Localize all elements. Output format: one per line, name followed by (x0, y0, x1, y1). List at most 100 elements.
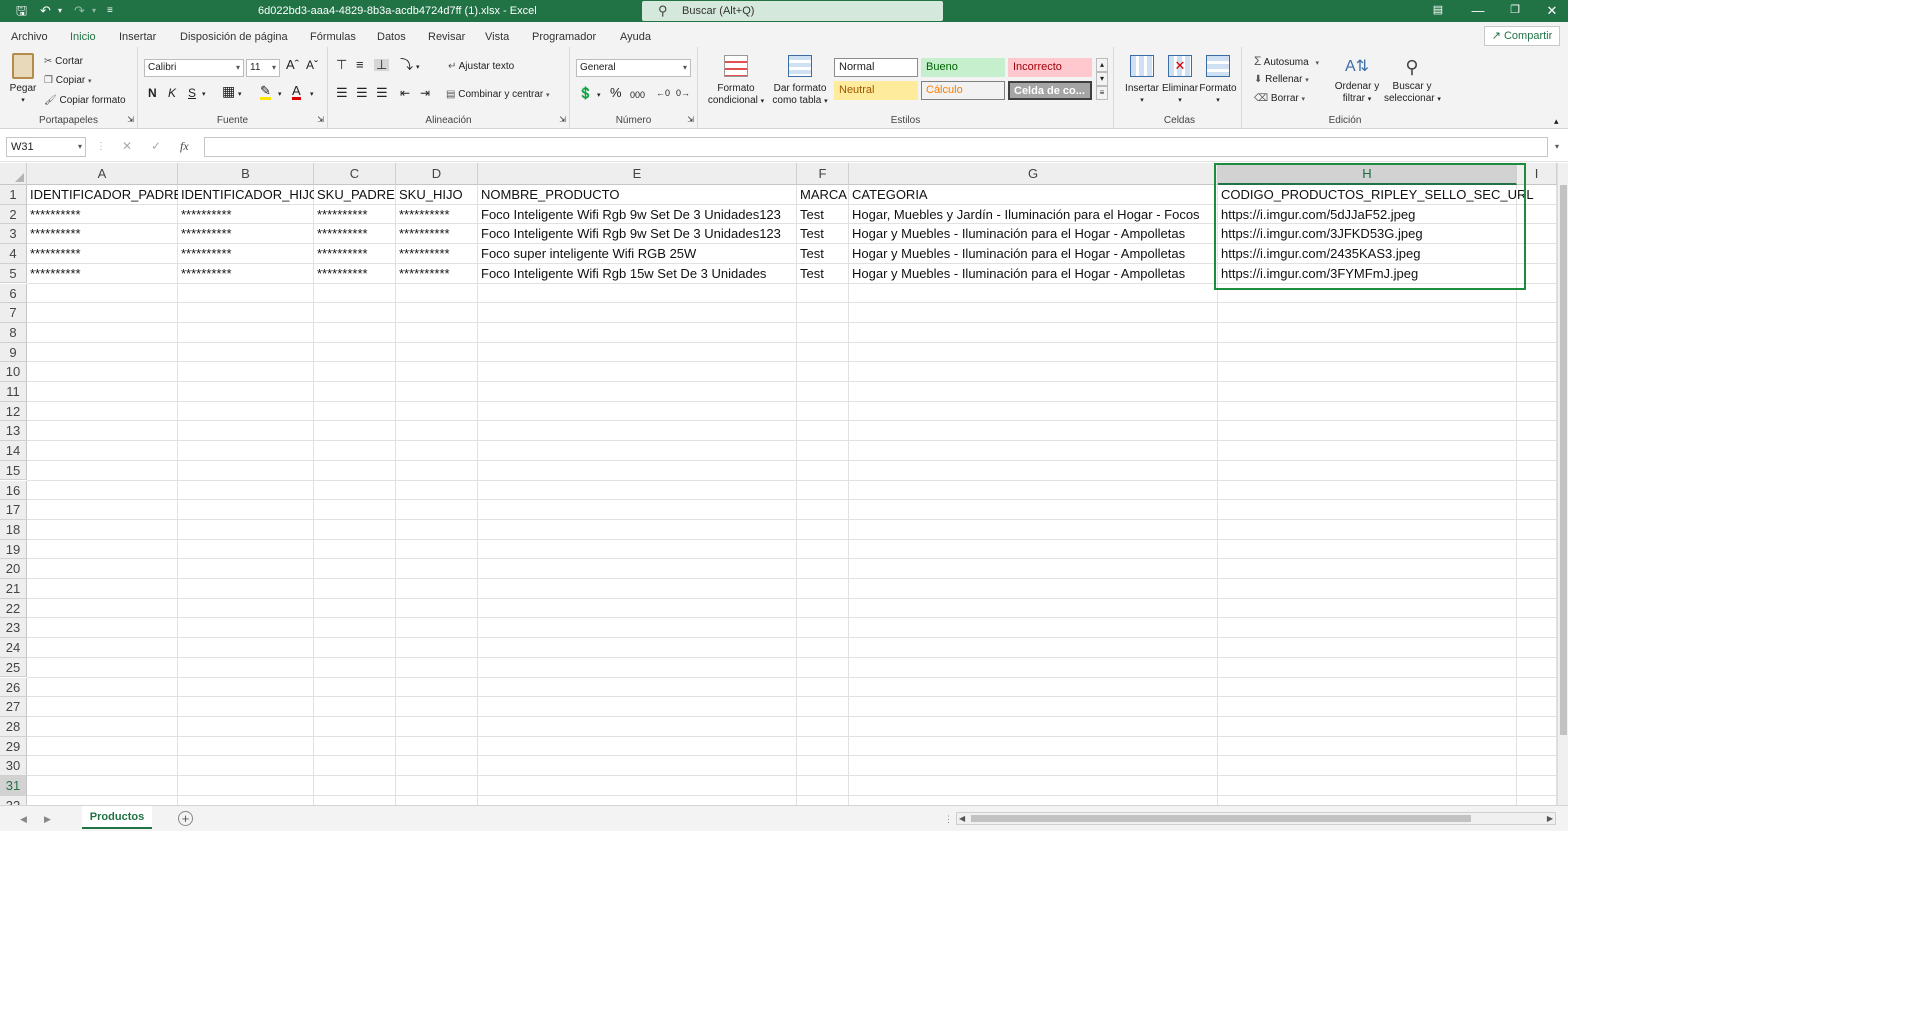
borders-dropdown-icon[interactable]: ▾ (238, 89, 242, 101)
fill-color-icon[interactable]: ✎ (260, 84, 271, 100)
close-icon[interactable]: ✕ (1542, 3, 1562, 18)
align-right-icon[interactable]: ☰ (376, 86, 388, 99)
column-header-a[interactable]: A (27, 163, 178, 185)
cell-b2[interactable]: ********** (178, 205, 314, 225)
column-header-g[interactable]: G (849, 163, 1218, 185)
italic-button[interactable]: K (168, 87, 176, 99)
share-button[interactable]: ↗ Compartir (1484, 26, 1560, 46)
decrease-font-icon[interactable]: Aˇ (306, 59, 318, 71)
format-as-table-button[interactable]: Dar formato como tabla ▾ (768, 55, 832, 108)
row-header-30[interactable]: 30 (0, 756, 27, 776)
copy-button[interactable]: ❐ Copiar ▾ (44, 75, 92, 88)
increase-font-icon[interactable]: Aˆ (286, 58, 299, 71)
row-header-5[interactable]: 5 (0, 263, 27, 284)
font-launcher-icon[interactable]: ⇲ (317, 114, 324, 126)
font-color-icon[interactable]: A (292, 84, 301, 100)
prev-sheet-icon[interactable]: ◀ (20, 813, 27, 825)
vertical-scrollbar[interactable] (1557, 163, 1568, 805)
row-header-32[interactable]: 32 (0, 795, 27, 805)
customize-toolbar-icon[interactable]: ≡ (107, 3, 113, 19)
row-header-28[interactable]: 28 (0, 716, 27, 737)
cell-g5[interactable]: Hogar y Muebles - Iluminación para el Ho… (849, 264, 1218, 284)
cancel-entry-icon[interactable]: ✕ (122, 140, 132, 152)
row-header-9[interactable]: 9 (0, 342, 27, 363)
expand-formula-bar-icon[interactable]: ▾ (1555, 141, 1559, 153)
row-header-25[interactable]: 25 (0, 657, 27, 678)
align-left-icon[interactable]: ☰ (336, 86, 348, 99)
format-painter-button[interactable]: 🖌 Copiar formato (44, 95, 126, 107)
paste-button[interactable]: Pegar ▾ (8, 53, 38, 107)
sort-filter-button[interactable]: A⇅ Ordenar y filtrar ▾ (1332, 53, 1382, 106)
tab-vista[interactable]: Vista (485, 30, 509, 44)
number-launcher-icon[interactable]: ⇲ (687, 114, 694, 126)
insert-function-icon[interactable]: fx (180, 140, 189, 152)
row-header-22[interactable]: 22 (0, 598, 27, 619)
save-icon[interactable]: 🖫 (16, 3, 27, 19)
row-header-17[interactable]: 17 (0, 500, 27, 520)
style-bad[interactable]: Incorrecto (1008, 58, 1092, 77)
cell-b3[interactable]: ********** (178, 224, 314, 244)
borders-icon[interactable]: ▦ (222, 84, 235, 98)
cell-a4[interactable]: ********** (27, 244, 178, 264)
column-header-b[interactable]: B (178, 163, 314, 185)
currency-icon[interactable]: 💲 (578, 87, 593, 99)
thousands-icon[interactable]: 000 (630, 89, 645, 101)
row-header-26[interactable]: 26 (0, 677, 27, 698)
increase-indent-icon[interactable]: ⇥ (420, 87, 430, 99)
font-color-dropdown-icon[interactable]: ▾ (310, 89, 314, 101)
orientation-dropdown-icon[interactable]: ▾ (416, 62, 420, 74)
style-calculation[interactable]: Cálculo (921, 81, 1005, 100)
row-header-23[interactable]: 23 (0, 618, 27, 639)
row-header-7[interactable]: 7 (0, 303, 27, 323)
find-select-button[interactable]: ⚲ Buscar y seleccionar ▾ (1384, 53, 1441, 106)
wrap-text-button[interactable]: ↵ Ajustar texto (448, 61, 514, 73)
cell-c1[interactable]: SKU_PADRE (314, 185, 396, 205)
cell-c4[interactable]: ********** (314, 244, 396, 264)
column-header-i[interactable]: I (1517, 163, 1557, 185)
underline-dropdown-icon[interactable]: ▾ (202, 89, 206, 101)
cell-e2[interactable]: Foco Inteligente Wifi Rgb 9w Set De 3 Un… (478, 205, 797, 225)
cell-d3[interactable]: ********** (396, 224, 478, 244)
cell-c2[interactable]: ********** (314, 205, 396, 225)
font-size-dropdown[interactable]: 11 ▾ (246, 59, 280, 77)
ribbon-display-icon[interactable]: ▤ (1428, 3, 1448, 18)
bold-button[interactable]: N (148, 87, 157, 99)
column-header-f[interactable]: F (797, 163, 849, 185)
cell-c3[interactable]: ********** (314, 224, 396, 244)
row-header-6[interactable]: 6 (0, 283, 27, 304)
format-cells-button[interactable]: Formato ▾ (1198, 55, 1238, 107)
search-box[interactable]: ⚲ Buscar (Alt+Q) (642, 1, 943, 21)
cell-f5[interactable]: Test (797, 264, 849, 284)
row-header-2[interactable]: 2 (0, 204, 27, 225)
cell-g2[interactable]: Hogar, Muebles y Jardín - Iluminación pa… (849, 205, 1218, 225)
formula-input[interactable] (204, 137, 1548, 157)
row-header-8[interactable]: 8 (0, 322, 27, 343)
underline-button[interactable]: S (188, 87, 196, 99)
cell-h3[interactable]: https://i.imgur.com/3JFKD53G.jpeg (1218, 224, 1537, 244)
cell-b4[interactable]: ********** (178, 244, 314, 264)
restore-icon[interactable]: ❐ (1505, 3, 1525, 18)
tab-formulas[interactable]: Fórmulas (310, 30, 356, 44)
cell-f1[interactable]: MARCA (797, 185, 849, 205)
name-box[interactable]: W31 ▾ (6, 137, 86, 157)
cell-h4[interactable]: https://i.imgur.com/2435KAS3.jpeg (1218, 244, 1537, 264)
decrease-indent-icon[interactable]: ⇤ (400, 87, 410, 99)
formula-bar-options-icon[interactable]: ⋮ (96, 141, 106, 153)
cell-a2[interactable]: ********** (27, 205, 178, 225)
column-header-h[interactable]: H (1218, 163, 1517, 185)
styles-scroll-up-icon[interactable]: ▴ (1096, 58, 1108, 72)
cell-g3[interactable]: Hogar y Muebles - Iluminación para el Ho… (849, 224, 1218, 244)
clear-button[interactable]: ⌫ Borrar ▾ (1254, 93, 1305, 106)
undo-dropdown-icon[interactable]: ▾ (58, 3, 62, 19)
clipboard-launcher-icon[interactable]: ⇲ (127, 114, 134, 126)
tab-insertar[interactable]: Insertar (119, 30, 156, 44)
cell-d1[interactable]: SKU_HIJO (396, 185, 478, 205)
cell-a5[interactable]: ********** (27, 264, 178, 284)
cell-a3[interactable]: ********** (27, 224, 178, 244)
column-header-e[interactable]: E (478, 163, 797, 185)
insert-cells-button[interactable]: Insertar ▾ (1122, 55, 1162, 107)
merge-center-button[interactable]: ▤ Combinar y centrar ▾ (446, 89, 550, 102)
orientation-icon[interactable]: ⤵ (400, 58, 413, 71)
tab-ayuda[interactable]: Ayuda (620, 30, 651, 44)
row-header-10[interactable]: 10 (0, 362, 27, 382)
